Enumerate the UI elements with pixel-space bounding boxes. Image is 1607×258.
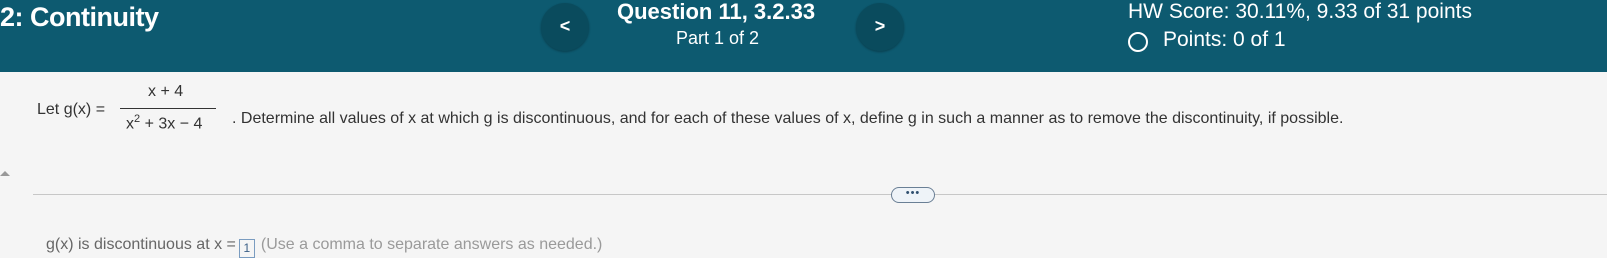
answer-input-box[interactable]: 1 [238,239,255,258]
fraction-denominator: x2 + 3x − 4 [126,113,203,133]
section-title: 2: Continuity [0,2,159,32]
function-definition-label: Let g(x) = [37,101,106,118]
hw-score: HW Score: 30.11%, 9.33 of 31 points [1128,0,1472,23]
expand-ellipsis-button[interactable]: ••• [891,187,935,203]
question-content: Let g(x) = x + 4 x2 + 3x − 4 . Determine… [0,72,1607,258]
next-question-button[interactable]: > [856,3,904,51]
previous-question-button[interactable]: < [541,3,589,51]
points-score: Points: 0 of 1 [1163,28,1286,51]
fraction-bar [120,108,216,109]
question-instruction: . Determine all values of x at which g i… [232,110,1344,127]
scroll-up-icon[interactable] [0,171,10,176]
question-part: Part 1 of 2 [676,28,760,48]
content-divider [33,194,1607,195]
fraction-numerator: x + 4 [148,83,184,100]
answer-hint: (Use a comma to separate answers as need… [260,236,603,253]
answer-prefix: g(x) is discontinuous at x = [46,236,236,253]
points-status-icon [1128,32,1148,52]
answer-line: g(x) is discontinuous at x = 1 (Use a comm… [46,236,602,258]
question-title: Question 11, 3.2.33 [617,0,816,24]
rational-function-fraction: x + 4 x2 + 3x − 4 [118,83,220,137]
header-bar: 2: Continuity < Question 11, 3.2.33 Part… [0,0,1607,72]
